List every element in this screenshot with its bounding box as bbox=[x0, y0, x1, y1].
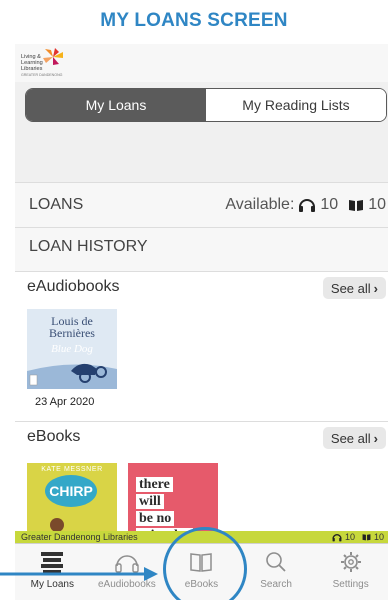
cover-title-line: will bbox=[136, 494, 164, 509]
pointer-arrow-icon bbox=[0, 567, 158, 581]
see-all-label: See all bbox=[330, 280, 371, 296]
available-audio-count: 10 bbox=[320, 196, 339, 213]
tab-my-loans[interactable]: My Loans bbox=[26, 89, 206, 121]
library-logo: Living & Learning Libraries GREATER DAND… bbox=[21, 48, 91, 78]
status-audio-count: 10 bbox=[344, 532, 355, 542]
ebooks-see-all-button[interactable]: See all › bbox=[322, 427, 386, 449]
status-counts: 10 10 bbox=[332, 531, 384, 543]
logo-text: Living & Learning Libraries bbox=[21, 54, 43, 72]
open-book-icon bbox=[362, 534, 371, 541]
tab-my-reading-lists[interactable]: My Reading Lists bbox=[206, 89, 386, 121]
search-icon bbox=[266, 552, 286, 572]
dog-illustration-icon bbox=[27, 363, 117, 389]
available-ebook-count: 10 bbox=[368, 196, 386, 213]
available-label: Available: bbox=[225, 196, 295, 213]
eaudiobooks-see-all-button[interactable]: See all › bbox=[322, 277, 386, 299]
eaudiobooks-title: eAudiobooks bbox=[27, 278, 120, 295]
app-frame: Living & Learning Libraries GREATER DAND… bbox=[15, 44, 388, 600]
loans-segmented-control: My Loans My Reading Lists bbox=[25, 88, 387, 122]
tab-label: Settings bbox=[332, 579, 369, 590]
logo-subtitle: GREATER DANDENONG bbox=[21, 73, 63, 77]
logo-line: Libraries bbox=[21, 66, 43, 72]
tab-label: Search bbox=[260, 579, 292, 590]
gear-icon bbox=[340, 552, 361, 572]
open-book-icon bbox=[349, 200, 364, 211]
chevron-right-icon: › bbox=[373, 280, 378, 296]
tab-search-nav[interactable]: Search bbox=[239, 544, 314, 600]
chevron-right-icon: › bbox=[373, 430, 378, 446]
ebooks-title: eBooks bbox=[27, 428, 81, 445]
screen-title: MY LOANS SCREEN bbox=[100, 10, 288, 31]
loan-date: 23 Apr 2020 bbox=[35, 396, 95, 408]
logo-mark-icon bbox=[43, 48, 63, 65]
loan-history-row[interactable]: LOAN HISTORY bbox=[15, 228, 388, 272]
headphones-icon bbox=[332, 533, 342, 541]
status-ebook-count: 10 bbox=[373, 532, 384, 542]
eaudiobooks-section: eAudiobooks See all › Louis de Bernières… bbox=[15, 272, 388, 422]
headphones-icon bbox=[299, 199, 316, 212]
tab-settings-nav[interactable]: Settings bbox=[313, 544, 388, 600]
cover-title-line: be no bbox=[136, 511, 175, 526]
see-all-label: See all bbox=[330, 430, 371, 446]
loans-row[interactable]: LOANS Available: 10 10 bbox=[15, 182, 388, 228]
loans-label: LOANS bbox=[29, 196, 84, 213]
audiobook-cover[interactable]: Louis de Bernières Blue Dog bbox=[27, 309, 117, 389]
cover-title-line: there bbox=[136, 477, 173, 492]
logo-bar: Living & Learning Libraries GREATER DAND… bbox=[15, 44, 388, 82]
loan-history-label: LOAN HISTORY bbox=[29, 238, 148, 255]
available-counts: Available: 10 10 bbox=[225, 196, 386, 214]
library-name: Greater Dandenong Libraries bbox=[21, 532, 138, 542]
